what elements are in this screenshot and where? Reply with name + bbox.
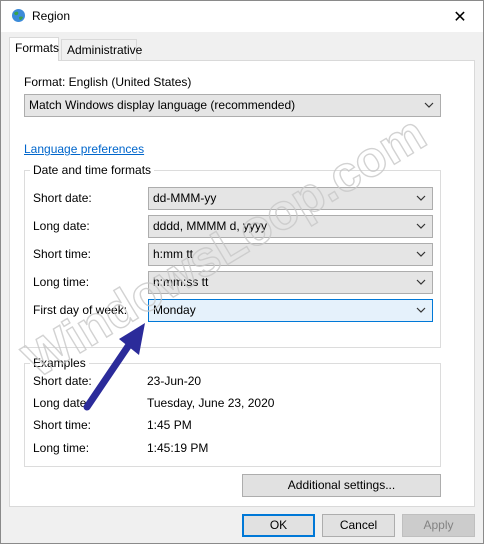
example-short-time-label: Short time: — [33, 418, 92, 432]
long-date-value: dddd, MMMM d, yyyy — [153, 219, 268, 233]
window-title: Region — [32, 9, 71, 23]
long-date-label: Long date: — [33, 219, 90, 233]
example-long-time-value: 1:45:19 PM — [147, 441, 209, 455]
short-time-dropdown[interactable]: h:mm tt — [148, 243, 433, 266]
formats-panel: Format: English (United States) Match Wi… — [9, 60, 475, 507]
chevron-down-icon — [416, 279, 426, 285]
annotation-arrow-icon — [83, 323, 145, 411]
cancel-button[interactable]: Cancel — [322, 514, 395, 537]
example-long-date-value: Tuesday, June 23, 2020 — [147, 396, 275, 410]
title-bar: Region ✕ — [1, 1, 483, 32]
chevron-down-icon — [416, 307, 426, 313]
long-date-dropdown[interactable]: dddd, MMMM d, yyyy — [148, 215, 433, 238]
example-short-date-value: 23-Jun-20 — [147, 374, 202, 388]
language-preferences-link[interactable]: Language preferences — [24, 142, 144, 156]
chevron-down-icon — [416, 195, 426, 201]
ok-button[interactable]: OK — [242, 514, 315, 537]
apply-button[interactable]: Apply — [402, 514, 475, 537]
display-language-dropdown[interactable]: Match Windows display language (recommen… — [24, 94, 441, 117]
tab-formats[interactable]: Formats — [9, 37, 59, 61]
additional-settings-button[interactable]: Additional settings... — [242, 474, 441, 497]
chevron-down-icon — [416, 251, 426, 257]
example-short-time-value: 1:45 PM — [147, 418, 192, 432]
long-time-dropdown[interactable]: h:mm:ss tt — [148, 271, 433, 294]
example-long-time-label: Long time: — [33, 441, 90, 455]
short-date-value: dd-MMM-yy — [153, 191, 217, 205]
long-time-value: h:mm:ss tt — [153, 275, 209, 289]
short-time-value: h:mm tt — [153, 247, 194, 261]
long-time-label: Long time: — [33, 275, 90, 289]
chevron-down-icon — [416, 223, 426, 229]
close-icon: ✕ — [453, 8, 467, 26]
short-date-label: Short date: — [33, 191, 92, 205]
first-day-of-week-value: Monday — [153, 303, 196, 317]
region-dialog: Region ✕ Formats Administrative Format: … — [0, 0, 484, 544]
globe-icon — [11, 8, 26, 23]
chevron-down-icon — [424, 102, 434, 108]
format-label: Format: English (United States) — [24, 75, 192, 89]
first-day-of-week-dropdown[interactable]: Monday — [148, 299, 433, 322]
close-button[interactable]: ✕ — [437, 1, 483, 32]
tab-administrative[interactable]: Administrative — [61, 39, 142, 61]
date-time-formats-title: Date and time formats — [30, 163, 155, 177]
short-time-label: Short time: — [33, 247, 92, 261]
display-language-value: Match Windows display language (recommen… — [29, 98, 296, 112]
examples-title: Examples — [30, 356, 89, 370]
short-date-dropdown[interactable]: dd-MMM-yy — [148, 187, 433, 210]
first-day-of-week-label: First day of week: — [33, 303, 128, 317]
